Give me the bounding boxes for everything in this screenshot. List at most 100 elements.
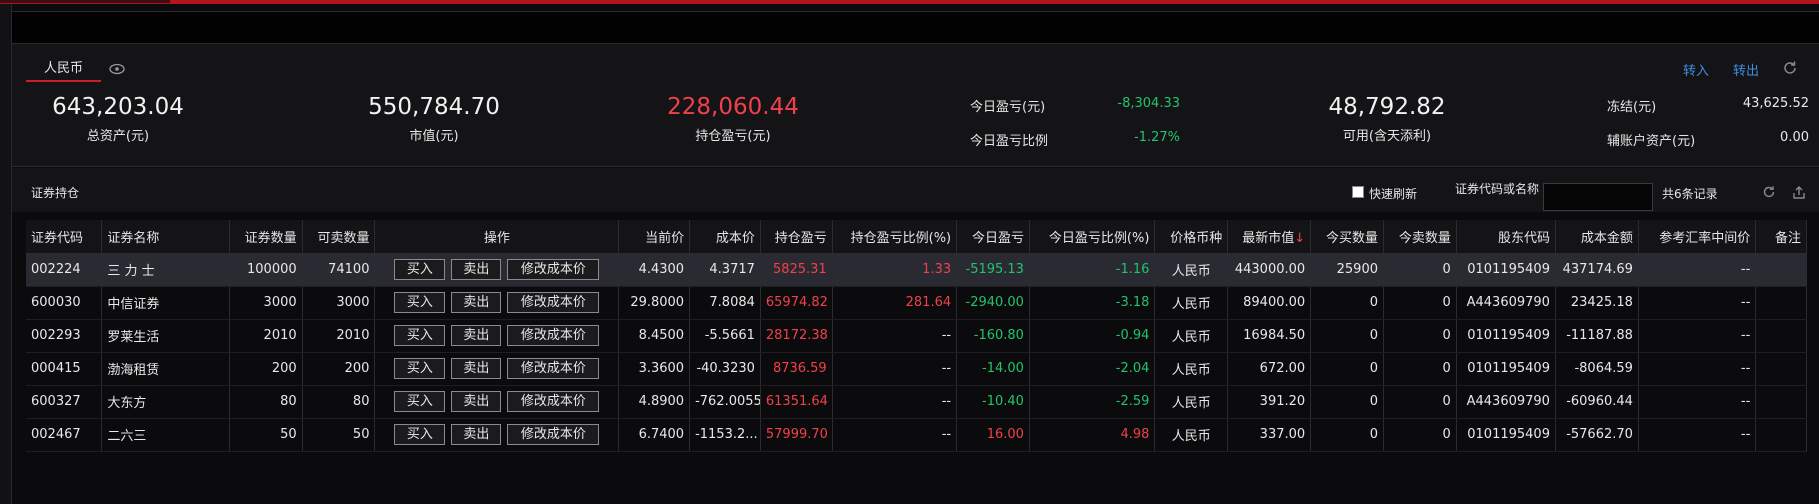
column-header[interactable]: 股东代码	[1456, 220, 1556, 254]
cell-security-name: 二六三	[101, 418, 230, 452]
table-row[interactable]: 002467 二六三 50 50 买入 卖出 修改成本价 6.7400 -1153.2... 57…	[26, 418, 1807, 452]
column-header[interactable]: 价格币种	[1154, 220, 1229, 254]
modify-cost-button[interactable]: 修改成本价	[507, 424, 600, 445]
market-value-value: 550,784.70	[368, 94, 500, 120]
modify-cost-button[interactable]: 修改成本价	[507, 259, 600, 280]
column-header[interactable]: 成本金额	[1555, 220, 1639, 254]
table-row[interactable]: 002224 三 力 士 100000 74100 买入 卖出 修改成本价 4.4300 4.3…	[26, 253, 1807, 287]
column-header[interactable]: 证券代码	[26, 220, 103, 254]
modify-cost-button[interactable]: 修改成本价	[507, 391, 600, 412]
cell-cost-price: -1153.2...	[689, 418, 761, 452]
column-header-label: 最新市值	[1242, 230, 1295, 246]
transfer-in-button[interactable]: 转入	[1683, 60, 1709, 79]
cell-cost-amount: 23425.18	[1555, 286, 1639, 320]
cell-today-pl: -10.40	[956, 385, 1030, 419]
cell-currency: 人民币	[1154, 385, 1229, 419]
left-sidebar-edge	[0, 4, 12, 504]
buy-button[interactable]: 买入	[394, 259, 446, 280]
buy-button[interactable]: 买入	[394, 292, 446, 313]
sell-button[interactable]: 卖出	[451, 358, 502, 379]
tab-currency-rmb[interactable]: 人民币	[26, 60, 101, 82]
asset-summary-panel: 人民币 转入 转出 643,203.04 总资产(元) 550,784.70 市…	[12, 44, 1819, 167]
cell-current-price: 29.8000	[618, 286, 691, 320]
column-header[interactable]: 参考汇率中间价	[1638, 220, 1757, 254]
cell-cost-price: -762.0055	[689, 385, 761, 419]
transfer-out-button[interactable]: 转出	[1733, 60, 1759, 79]
sell-button[interactable]: 卖出	[451, 325, 502, 346]
column-header[interactable]: 证券数量	[229, 220, 303, 254]
modify-cost-button[interactable]: 修改成本价	[507, 358, 600, 379]
buy-button[interactable]: 买入	[394, 424, 446, 445]
cell-today-pl: 16.00	[956, 418, 1030, 452]
cell-security-code: 002293	[26, 319, 103, 353]
column-header[interactable]: 可卖数量	[302, 220, 376, 254]
cell-market-value: 16984.50	[1227, 319, 1312, 353]
cell-market-value: 89400.00	[1227, 286, 1312, 320]
cell-actions: 买入 卖出 修改成本价	[374, 352, 620, 386]
sell-button[interactable]: 卖出	[451, 391, 502, 412]
table-row[interactable]: 600030 中信证券 3000 3000 买入 卖出 修改成本价 29.8000 7.8084…	[26, 286, 1807, 320]
column-header[interactable]: 当前价	[618, 220, 691, 254]
cell-cost-price: 7.8084	[689, 286, 761, 320]
holdings-title: 证券持仓	[31, 186, 80, 200]
column-header[interactable]: 今买数量	[1310, 220, 1384, 254]
modify-cost-button[interactable]: 修改成本价	[507, 325, 600, 346]
available-value: 48,792.82	[1328, 94, 1446, 120]
cell-today-pl-pct: -0.94	[1029, 319, 1156, 353]
cell-security-name: 三 力 士	[101, 253, 230, 287]
buy-button[interactable]: 买入	[394, 391, 446, 412]
sell-button[interactable]: 卖出	[451, 292, 502, 313]
column-header[interactable]: 持仓盈亏	[760, 220, 833, 254]
cell-current-price: 4.4300	[618, 253, 691, 287]
cell-security-name: 中信证券	[101, 286, 230, 320]
column-header[interactable]: 今日盈亏比例(%)	[1029, 220, 1156, 254]
column-header[interactable]: 今卖数量	[1383, 220, 1457, 254]
cell-quantity: 50	[229, 418, 303, 452]
quick-refresh-checkbox[interactable]	[1352, 186, 1364, 198]
table-row[interactable]: 000415 渤海租赁 200 200 买入 卖出 修改成本价 3.3600 -40.3230 8…	[26, 352, 1807, 386]
cell-cost-price: 4.3717	[689, 253, 761, 287]
cell-currency: 人民币	[1154, 352, 1229, 386]
buy-button[interactable]: 买入	[394, 325, 446, 346]
sell-button[interactable]: 卖出	[451, 424, 502, 445]
cell-position-pl-pct: 281.64	[832, 286, 958, 320]
cell-today-pl: -160.80	[956, 319, 1030, 353]
today-pl-ratio-label: 今日盈亏比例	[970, 134, 1049, 149]
cell-buy-today: 25900	[1310, 253, 1384, 287]
sell-button[interactable]: 卖出	[451, 259, 502, 280]
cell-current-price: 6.7400	[618, 418, 691, 452]
refresh-icon[interactable]	[1781, 59, 1799, 77]
cell-security-code: 002467	[26, 418, 103, 452]
table-row[interactable]: 002293 罗莱生活 2010 2010 买入 卖出 修改成本价 8.4500 -5.5661…	[26, 319, 1807, 353]
cell-sellable: 80	[302, 385, 376, 419]
export-icon[interactable]	[1791, 184, 1807, 200]
cell-fx-rate: --	[1638, 418, 1757, 452]
column-header[interactable]: 成本价	[689, 220, 761, 254]
cell-today-pl: -5195.13	[956, 253, 1030, 287]
cell-market-value: 672.00	[1227, 352, 1312, 386]
refresh-icon[interactable]	[1761, 184, 1777, 200]
cell-sellable: 200	[302, 352, 376, 386]
column-header[interactable]: 证券名称	[101, 220, 230, 254]
column-header-sorted[interactable]: 最新市值↓	[1227, 220, 1312, 254]
holdings-toolbar: 证券持仓 快速刷新 证券代码或名称 共6条记录	[12, 168, 1819, 212]
cell-cost-amount: -57662.70	[1555, 418, 1639, 452]
buy-button[interactable]: 买入	[394, 358, 446, 379]
cell-sell-today: 0	[1383, 286, 1457, 320]
column-header[interactable]: 备注	[1755, 220, 1807, 254]
modify-cost-button[interactable]: 修改成本价	[507, 292, 600, 313]
total-assets-value: 643,203.04	[52, 94, 184, 120]
cell-position-pl: 65974.82	[760, 286, 833, 320]
table-row[interactable]: 600327 大东方 80 80 买入 卖出 修改成本价 4.8900 -762.0055 613…	[26, 385, 1807, 419]
column-header[interactable]: 今日盈亏	[956, 220, 1030, 254]
cell-actions: 买入 卖出 修改成本价	[374, 418, 620, 452]
cell-position-pl: 28172.38	[760, 319, 833, 353]
cell-quantity: 80	[229, 385, 303, 419]
eye-icon[interactable]	[108, 60, 126, 78]
cell-security-code: 000415	[26, 352, 103, 386]
position-pl-value: 228,060.44	[667, 94, 799, 120]
search-input[interactable]	[1543, 183, 1653, 211]
cell-buy-today: 0	[1310, 385, 1384, 419]
market-value-label: 市值(元)	[409, 129, 459, 144]
column-header[interactable]: 持仓盈亏比例(%)	[832, 220, 958, 254]
